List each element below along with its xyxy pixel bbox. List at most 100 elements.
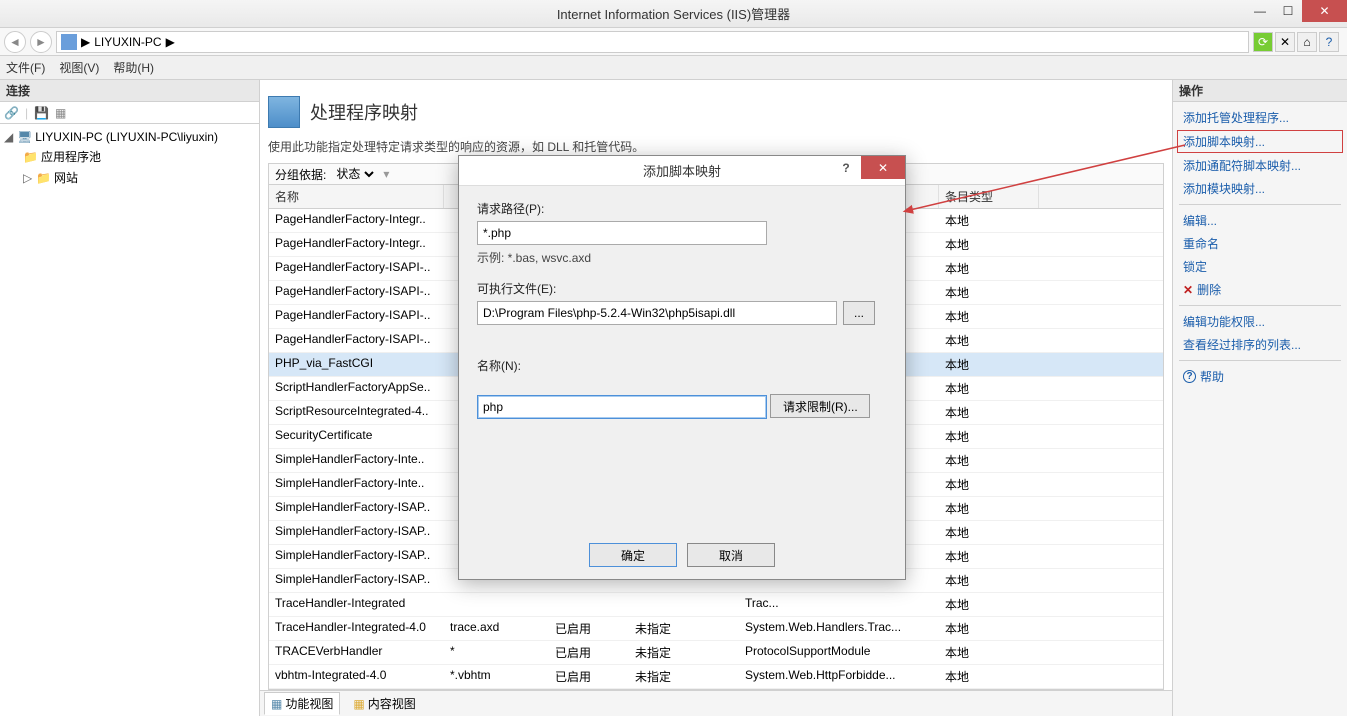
cell-state bbox=[549, 593, 629, 616]
nav-forward-button[interactable]: ► bbox=[30, 31, 52, 53]
cell-etype: 本地 bbox=[939, 233, 1039, 256]
cell-name: ScriptHandlerFactoryAppSe.. bbox=[269, 377, 444, 400]
help-icon[interactable]: ? bbox=[1319, 32, 1339, 52]
cell-path: *.vbhtm bbox=[444, 665, 549, 688]
tree-apppool-node[interactable]: 📁 应用程序池 bbox=[4, 146, 255, 167]
ok-button[interactable]: 确定 bbox=[589, 543, 677, 567]
connect-icon[interactable]: 🔗 bbox=[4, 106, 19, 120]
cell-etype: 本地 bbox=[939, 377, 1039, 400]
table-row[interactable]: TraceHandler-Integrated-4.0trace.axd已启用未… bbox=[269, 617, 1163, 641]
action-add-wildcard-script-map[interactable]: 添加通配符脚本映射... bbox=[1173, 154, 1347, 177]
table-row[interactable]: TRACEVerbHandler*已启用未指定ProtocolSupportMo… bbox=[269, 641, 1163, 665]
nav-back-button[interactable]: ◄ bbox=[4, 31, 26, 53]
actions-panel: 操作 添加托管处理程序... 添加脚本映射... 添加通配符脚本映射... 添加… bbox=[1172, 80, 1347, 716]
cancel-button[interactable]: 取消 bbox=[687, 543, 775, 567]
action-edit[interactable]: 编辑... bbox=[1173, 209, 1347, 232]
executable-input[interactable] bbox=[477, 301, 837, 325]
action-lock[interactable]: 锁定 bbox=[1173, 255, 1347, 278]
view-tabs: ▦ 功能视图 ▦ 内容视图 bbox=[260, 690, 1172, 716]
tree-sites-node[interactable]: ▷ 📁 网站 bbox=[4, 167, 255, 188]
tab-content-view[interactable]: ▦ 内容视图 bbox=[346, 692, 422, 715]
tree-server-node[interactable]: ◢ 🖥 LIYUXIN-PC (LIYUXIN-PC\liyuxin) bbox=[4, 128, 255, 146]
dialog-titlebar: 添加脚本映射 ? ✕ bbox=[459, 156, 905, 186]
page-title: 处理程序映射 bbox=[310, 99, 418, 125]
cell-state: 已启用 bbox=[549, 689, 629, 690]
cell-name: TRACEVerbHandler bbox=[269, 641, 444, 664]
cell-path bbox=[444, 593, 549, 616]
menu-help[interactable]: 帮助(H) bbox=[113, 59, 154, 76]
cell-etype: 本地 bbox=[939, 665, 1039, 688]
add-script-map-dialog: 添加脚本映射 ? ✕ 请求路径(P): 示例: *.bas, wsvc.axd … bbox=[458, 155, 906, 580]
action-add-script-map[interactable]: 添加脚本映射... bbox=[1177, 130, 1343, 153]
table-row[interactable]: vbhtm-Integrated-4.0*.vbhtm已启用未指定System.… bbox=[269, 665, 1163, 689]
tab-features-view[interactable]: ▦ 功能视图 bbox=[264, 692, 340, 715]
cell-name: ScriptResourceIntegrated-4.. bbox=[269, 401, 444, 424]
name-input[interactable] bbox=[477, 395, 767, 419]
window-titlebar: Internet Information Services (IIS)管理器 —… bbox=[0, 0, 1347, 28]
menu-view[interactable]: 视图(V) bbox=[59, 59, 99, 76]
connections-tree: ◢ 🖥 LIYUXIN-PC (LIYUXIN-PC\liyuxin) 📁 应用… bbox=[0, 124, 259, 192]
cell-name: SecurityCertificate bbox=[269, 425, 444, 448]
action-help[interactable]: ?帮助 bbox=[1173, 365, 1347, 388]
content-icon: ▦ bbox=[353, 697, 364, 711]
cell-etype: 本地 bbox=[939, 401, 1039, 424]
action-view-ordered-list[interactable]: 查看经过排序的列表... bbox=[1173, 333, 1347, 356]
cell-ptype: 未指定 bbox=[629, 617, 739, 640]
cell-name: SimpleHandlerFactory-Inte.. bbox=[269, 473, 444, 496]
cell-etype: 本地 bbox=[939, 593, 1039, 616]
group-by-select[interactable]: 状态 bbox=[332, 165, 377, 183]
cell-name: PageHandlerFactory-ISAPI-.. bbox=[269, 329, 444, 352]
request-path-hint: 示例: *.bas, wsvc.axd bbox=[477, 249, 887, 266]
breadcrumb-sep: ▶ bbox=[166, 35, 175, 49]
cell-name: SimpleHandlerFactory-Inte.. bbox=[269, 449, 444, 472]
request-path-input[interactable] bbox=[477, 221, 767, 245]
breadcrumb[interactable]: ▶ LIYUXIN-PC ▶ bbox=[56, 31, 1249, 53]
cell-name: PageHandlerFactory-Integr.. bbox=[269, 209, 444, 232]
dialog-close-button[interactable]: ✕ bbox=[861, 156, 905, 179]
cell-name: SimpleHandlerFactory-ISAP.. bbox=[269, 497, 444, 520]
sites-icon: 📁 bbox=[36, 171, 51, 185]
action-rename[interactable]: 重命名 bbox=[1173, 232, 1347, 255]
request-restrictions-button[interactable]: 请求限制(R)... bbox=[770, 394, 870, 418]
save-icon[interactable]: 💾 bbox=[34, 106, 49, 120]
action-delete[interactable]: ✕删除 bbox=[1173, 278, 1347, 301]
col-name[interactable]: 名称 bbox=[269, 185, 444, 208]
table-row[interactable]: vbhtm-ISAPI-4.0_32bit*.vbhtm已启用未指定IsapiM… bbox=[269, 689, 1163, 690]
cell-etype: 本地 bbox=[939, 689, 1039, 690]
connections-panel: 连接 🔗 | 💾 ▦ ◢ 🖥 LIYUXIN-PC (LIYUXIN-PC\li… bbox=[0, 80, 260, 716]
action-add-module-map[interactable]: 添加模块映射... bbox=[1173, 177, 1347, 200]
browse-button[interactable]: ... bbox=[843, 301, 875, 325]
cell-etype: 本地 bbox=[939, 209, 1039, 232]
refresh-icon[interactable]: ⟳ bbox=[1253, 32, 1273, 52]
connections-toolbar: 🔗 | 💾 ▦ bbox=[0, 102, 259, 124]
home-icon[interactable]: ⌂ bbox=[1297, 32, 1317, 52]
minimize-button[interactable]: — bbox=[1246, 0, 1274, 22]
expand-icon[interactable]: ▷ bbox=[23, 171, 33, 185]
features-icon: ▦ bbox=[271, 697, 282, 711]
action-add-managed-handler[interactable]: 添加托管处理程序... bbox=[1173, 106, 1347, 129]
dialog-help-button[interactable]: ? bbox=[831, 156, 861, 179]
cell-name: PageHandlerFactory-Integr.. bbox=[269, 233, 444, 256]
menu-file[interactable]: 文件(F) bbox=[6, 59, 45, 76]
group-by-label: 分组依据: bbox=[275, 166, 326, 183]
grid-icon[interactable]: ▦ bbox=[55, 106, 66, 120]
tree-apppool-label: 应用程序池 bbox=[41, 148, 101, 165]
cell-etype: 本地 bbox=[939, 305, 1039, 328]
maximize-button[interactable]: ☐ bbox=[1274, 0, 1302, 22]
collapse-icon[interactable]: ◢ bbox=[4, 130, 14, 144]
cell-state: 已启用 bbox=[549, 641, 629, 664]
server-icon bbox=[61, 34, 77, 50]
breadcrumb-sep: ▶ bbox=[81, 35, 90, 49]
cell-handler: System.Web.HttpForbidde... bbox=[739, 665, 939, 688]
dialog-title: 添加脚本映射 bbox=[643, 161, 721, 180]
stop-icon[interactable]: ✕ bbox=[1275, 32, 1295, 52]
cell-name: PHP_via_FastCGI bbox=[269, 353, 444, 376]
action-edit-permissions[interactable]: 编辑功能权限... bbox=[1173, 310, 1347, 333]
col-etype[interactable]: 条目类型 bbox=[939, 185, 1039, 208]
cell-name: PageHandlerFactory-ISAPI-.. bbox=[269, 281, 444, 304]
close-button[interactable]: ✕ bbox=[1302, 0, 1347, 22]
cell-etype: 本地 bbox=[939, 473, 1039, 496]
cell-etype: 本地 bbox=[939, 353, 1039, 376]
table-row[interactable]: TraceHandler-IntegratedTrac...本地 bbox=[269, 593, 1163, 617]
breadcrumb-host[interactable]: LIYUXIN-PC bbox=[94, 35, 161, 49]
